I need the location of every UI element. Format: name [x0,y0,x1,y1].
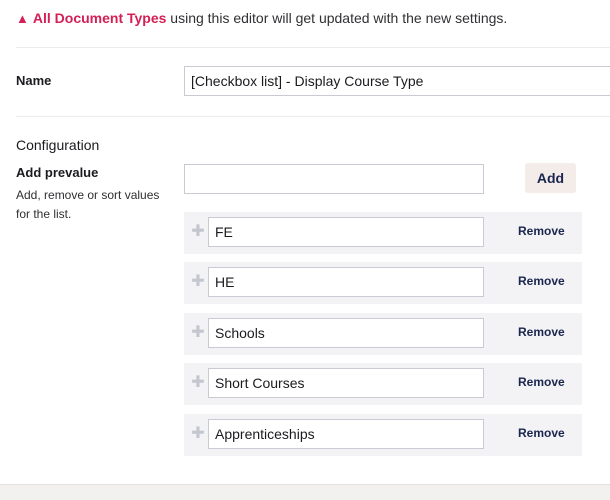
new-prevalue-input[interactable] [184,164,484,194]
divider-top [16,47,610,48]
drag-handle-icon[interactable]: ✚ [191,325,205,341]
remove-button[interactable]: Remove [518,224,565,238]
drag-handle-icon[interactable]: ✚ [191,274,205,290]
prevalue-row: ✚ Remove [184,262,582,304]
prevalue-row: ✚ Remove [184,414,582,456]
add-prevalue-button[interactable]: Add [525,163,576,193]
prevalue-input[interactable] [208,267,484,297]
all-document-types-link[interactable]: All Document Types [33,10,167,26]
name-label: Name [16,73,52,88]
name-input[interactable] [184,66,610,96]
configuration-heading: Configuration [16,137,100,153]
prevalue-row: ✚ Remove [184,313,582,355]
footer-bar [0,484,610,500]
remove-button[interactable]: Remove [518,426,565,440]
drag-handle-icon[interactable]: ✚ [191,375,205,391]
remove-button[interactable]: Remove [518,375,565,389]
add-prevalue-description: Add, remove or sort values for the list. [16,188,160,221]
drag-handle-icon[interactable]: ✚ [191,426,205,442]
remove-button[interactable]: Remove [518,325,565,339]
prevalue-input[interactable] [208,368,484,398]
remove-button[interactable]: Remove [518,274,565,288]
add-prevalue-label: Add prevalue [16,165,99,180]
prevalue-row: ✚ Remove [184,212,582,254]
warning-icon: ▲ [16,11,29,26]
prevalue-input[interactable] [208,318,484,348]
drag-handle-icon[interactable]: ✚ [191,224,205,240]
editor-warning: ▲ All Document Types using this editor wi… [16,10,507,26]
prevalue-input[interactable] [208,217,484,247]
divider-middle [16,116,610,117]
warning-text: using this editor will get updated with … [166,10,508,26]
prevalue-row: ✚ Remove [184,363,582,405]
prevalue-input[interactable] [208,419,484,449]
